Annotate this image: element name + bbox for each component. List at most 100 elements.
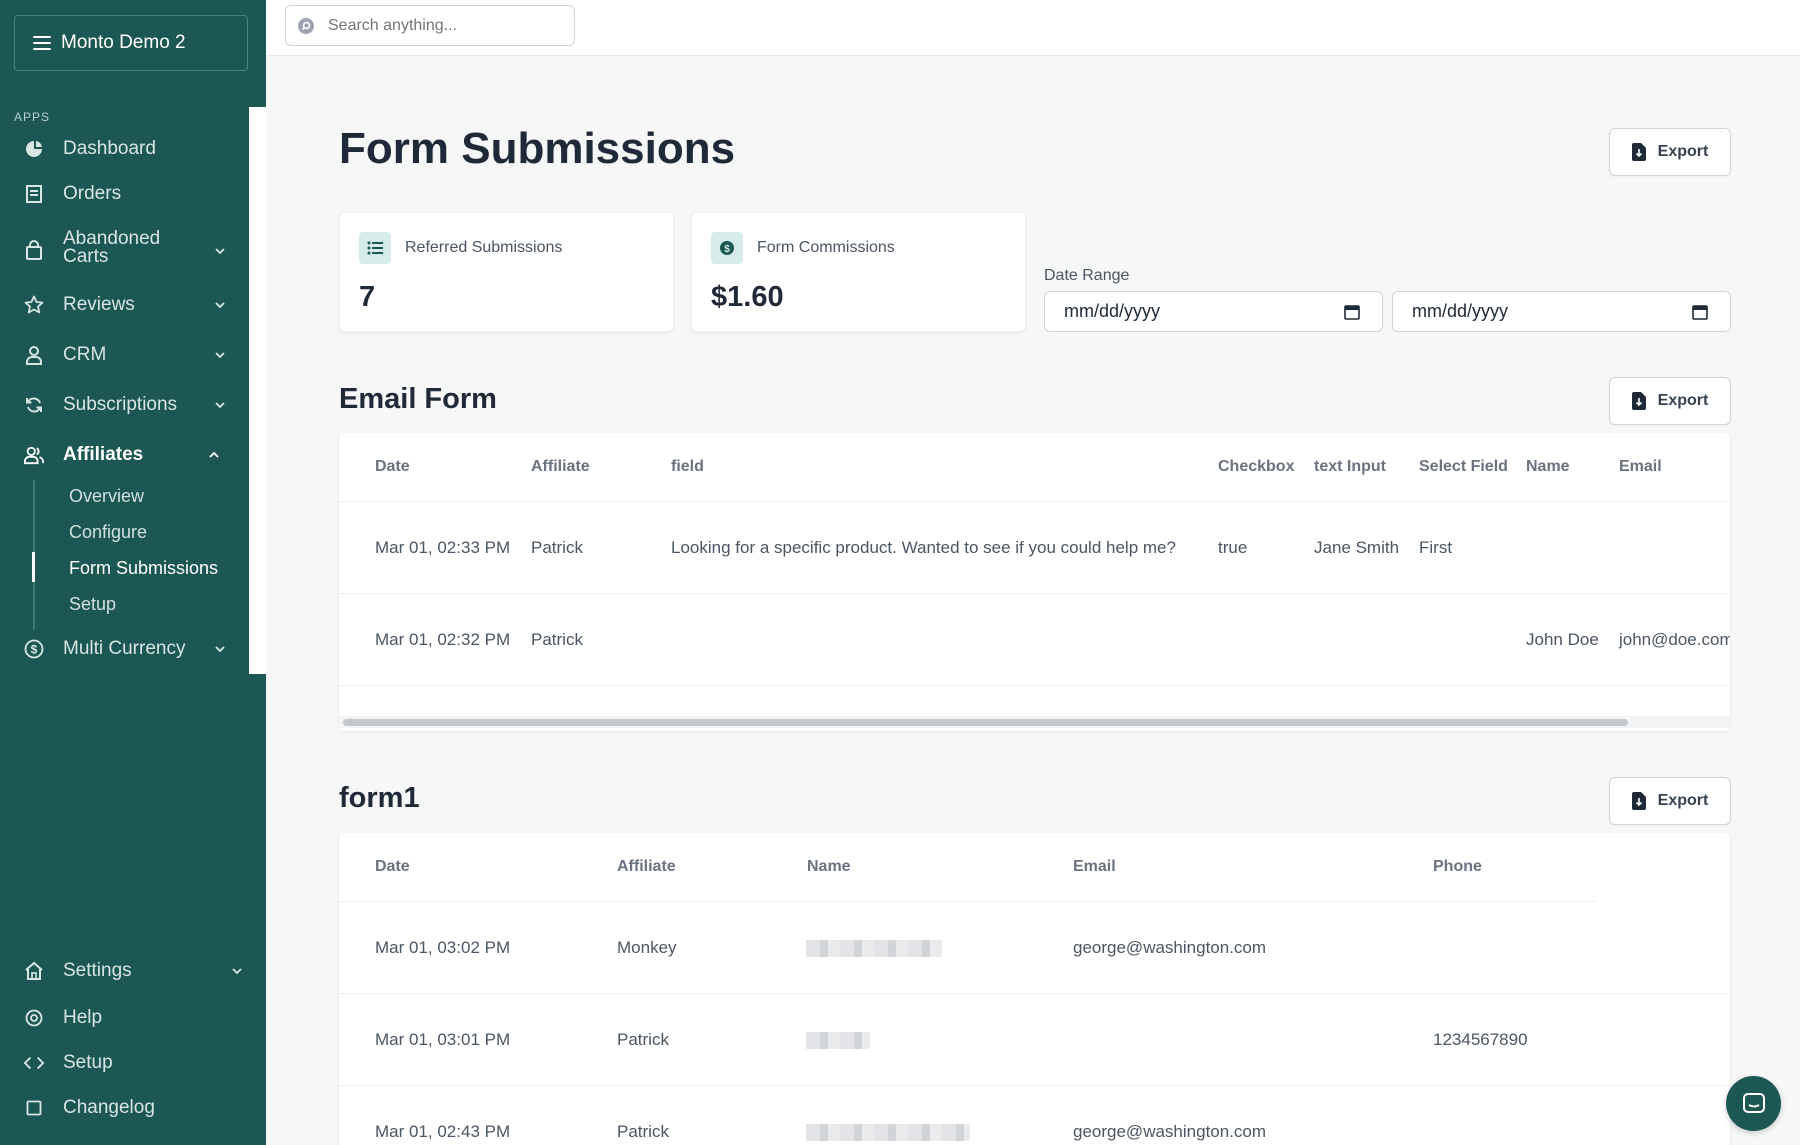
sidebar-item-orders[interactable]: Orders bbox=[0, 181, 249, 207]
column-header-field[interactable]: field bbox=[671, 433, 704, 501]
search-input[interactable] bbox=[285, 5, 575, 46]
sidebar-item-abandoned-carts[interactable]: Abandoned Carts bbox=[0, 229, 249, 270]
cell-name: John Doe bbox=[1526, 630, 1599, 649]
chevron-down-icon bbox=[232, 968, 242, 975]
sidebar-item-crm[interactable]: CRM bbox=[0, 342, 249, 368]
sidebar-item-subscriptions[interactable]: Subscriptions bbox=[0, 392, 249, 418]
column-header-text-input[interactable]: text Input bbox=[1314, 433, 1386, 501]
column-header-name[interactable]: Name bbox=[1526, 433, 1570, 501]
export-button-label: Export bbox=[1657, 392, 1709, 409]
sidebar-item-label: Multi Currency bbox=[63, 638, 186, 659]
section-title-email-form: Email Form bbox=[339, 383, 497, 415]
export-form1-button[interactable]: Export bbox=[1609, 777, 1731, 825]
sidebar-item-label: Orders bbox=[63, 183, 122, 204]
cell-affiliate: Patrick bbox=[531, 538, 583, 557]
menu-icon bbox=[33, 36, 51, 50]
sidebar-item-multi-currency[interactable]: $ Multi Currency bbox=[0, 636, 249, 662]
shopping-bag-icon bbox=[24, 240, 44, 260]
column-header-phone[interactable]: Phone bbox=[1433, 833, 1482, 901]
column-header-affiliate[interactable]: Affiliate bbox=[617, 833, 676, 901]
sidebar-subitem-form-submissions[interactable]: Form Submissions bbox=[69, 558, 218, 579]
sidebar-item-label: Reviews bbox=[63, 294, 135, 315]
apps-section-label: APPS bbox=[14, 110, 51, 124]
stat-label: Referred Submissions bbox=[405, 239, 563, 256]
cell-affiliate: Patrick bbox=[531, 630, 583, 649]
sidebar-item-label: CRM bbox=[63, 344, 107, 365]
column-header-name[interactable]: Name bbox=[807, 833, 851, 901]
column-header-select-field[interactable]: Select Field bbox=[1419, 433, 1508, 501]
receipt-icon bbox=[24, 184, 44, 204]
calendar-icon[interactable] bbox=[1692, 304, 1708, 320]
scrollbar-thumb[interactable] bbox=[343, 719, 1628, 726]
sidebar-subitem-setup[interactable]: Setup bbox=[69, 594, 116, 615]
user-icon bbox=[24, 345, 44, 365]
sidebar-item-dashboard[interactable]: Dashboard bbox=[0, 136, 249, 162]
chat-icon bbox=[1742, 1092, 1765, 1113]
cell-date: Mar 01, 03:02 PM bbox=[375, 938, 511, 957]
redacted-name bbox=[806, 1032, 870, 1049]
cell-field: Looking for a specific product. Wanted t… bbox=[671, 538, 1176, 557]
store-switcher-button[interactable]: Monto Demo 2 bbox=[14, 15, 248, 71]
section-title-form1: form1 bbox=[339, 782, 420, 814]
submenu-active-indicator bbox=[32, 552, 35, 582]
end-date-input[interactable]: mm/dd/yyyy bbox=[1392, 291, 1731, 332]
sidebar-item-label: Setup bbox=[63, 1052, 113, 1073]
file-download-icon bbox=[1631, 792, 1646, 810]
cell-email: george@washington.com bbox=[1073, 938, 1267, 957]
sidebar-item-settings[interactable]: Settings bbox=[0, 958, 266, 984]
email-form-table: Date Affiliate field Checkbox text Input… bbox=[339, 433, 1730, 731]
cell-date: Mar 01, 02:43 PM bbox=[375, 1122, 511, 1141]
star-icon bbox=[24, 295, 44, 315]
square-icon bbox=[24, 1098, 44, 1118]
sidebar-item-reviews[interactable]: Reviews bbox=[0, 292, 249, 318]
export-button-label: Export bbox=[1657, 143, 1709, 160]
cell-affiliate: Patrick bbox=[617, 1122, 669, 1141]
search-icon bbox=[298, 18, 314, 34]
sidebar-item-changelog[interactable]: Changelog bbox=[0, 1095, 249, 1121]
row-divider bbox=[339, 685, 1730, 686]
sidebar-item-label: Help bbox=[63, 1007, 103, 1028]
cell-date: Mar 01, 02:33 PM bbox=[375, 538, 511, 557]
export-button[interactable]: Export bbox=[1609, 128, 1731, 176]
calendar-icon[interactable] bbox=[1344, 304, 1360, 320]
sidebar-item-setup[interactable]: Setup bbox=[0, 1050, 249, 1076]
sidebar-item-affiliates[interactable]: Affiliates bbox=[0, 442, 249, 468]
sidebar-subitem-configure[interactable]: Configure bbox=[69, 522, 147, 543]
column-header-email[interactable]: Email bbox=[1619, 433, 1662, 501]
stat-card-form-commissions: $ Form Commissions $1.60 bbox=[691, 212, 1026, 332]
start-date-input[interactable]: mm/dd/yyyy bbox=[1044, 291, 1383, 332]
sidebar-item-label: Settings bbox=[63, 960, 132, 981]
sidebar-panel-edge bbox=[249, 107, 266, 674]
chevron-down-icon bbox=[215, 402, 225, 409]
page-title: Form Submissions bbox=[339, 124, 736, 173]
column-header-date[interactable]: Date bbox=[375, 433, 410, 501]
sidebar-item-label-line2: Carts bbox=[63, 246, 109, 267]
cell-checkbox: true bbox=[1218, 538, 1248, 557]
sidebar-item-help[interactable]: Help bbox=[0, 1005, 249, 1031]
date-range-label: Date Range bbox=[1044, 267, 1130, 284]
sidebar-subitem-overview[interactable]: Overview bbox=[69, 486, 144, 507]
horizontal-scrollbar[interactable] bbox=[339, 716, 1730, 728]
stat-value: 7 bbox=[359, 281, 376, 313]
cell-date: Mar 01, 02:32 PM bbox=[375, 630, 511, 649]
column-header-email[interactable]: Email bbox=[1073, 833, 1116, 901]
column-header-date[interactable]: Date bbox=[375, 833, 410, 901]
form1-table: Date Affiliate Name Email Phone Mar 01, … bbox=[339, 833, 1730, 1145]
export-email-form-button[interactable]: Export bbox=[1609, 377, 1731, 425]
stat-card-referred-submissions: Referred Submissions 7 bbox=[339, 212, 674, 332]
currency-icon: $ bbox=[24, 639, 44, 659]
chat-widget-button[interactable] bbox=[1726, 1076, 1781, 1131]
column-header-affiliate[interactable]: Affiliate bbox=[531, 433, 590, 501]
sidebar-item-label: Changelog bbox=[63, 1097, 155, 1118]
pie-chart-icon bbox=[24, 139, 44, 159]
file-download-icon bbox=[1631, 143, 1646, 161]
help-icon bbox=[24, 1008, 44, 1028]
chevron-down-icon bbox=[215, 646, 225, 653]
chevron-down-icon bbox=[215, 352, 225, 359]
redacted-name bbox=[806, 940, 942, 957]
column-header-checkbox[interactable]: Checkbox bbox=[1218, 433, 1294, 501]
cell-affiliate: Monkey bbox=[617, 938, 677, 957]
chevron-down-icon bbox=[215, 302, 225, 309]
home-icon bbox=[24, 961, 44, 981]
start-date-placeholder: mm/dd/yyyy bbox=[1064, 301, 1161, 321]
